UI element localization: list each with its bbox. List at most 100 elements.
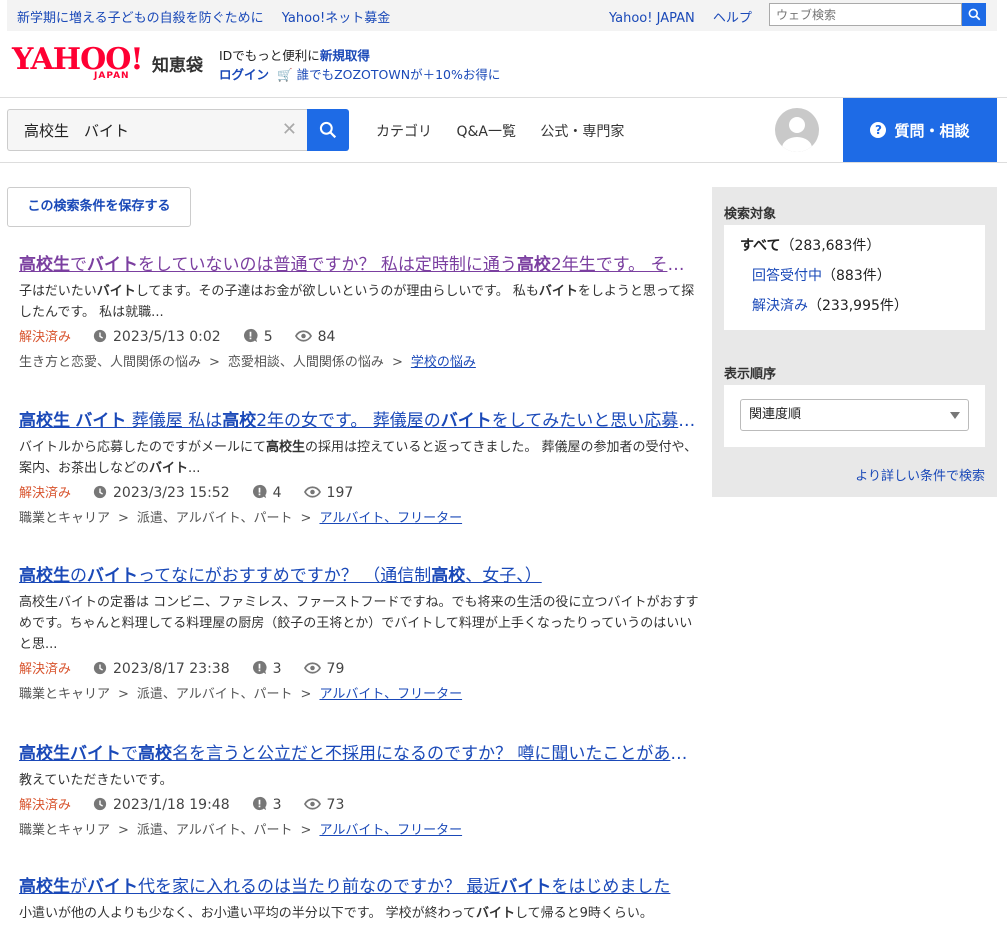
divider (0, 162, 1007, 163)
breadcrumb-separator: > (391, 355, 403, 370)
breadcrumb-item[interactable]: 生き方と恋愛、人間関係の悩み (19, 355, 201, 370)
result-snippet: 小遣いが他の人よりも少なく、お小遣い平均の半分以下です。 学校が終わってバイトし… (19, 906, 653, 921)
cart-icon: 🛒 (277, 67, 293, 82)
question-search-input[interactable] (8, 110, 280, 150)
breadcrumb-item[interactable]: 派遣、アルバイト、パート (137, 511, 293, 526)
top-bar: 新学期に増える子どもの自殺を防ぐために Yahoo!ネット募金 Yahoo! J… (7, 0, 997, 31)
view-count: 197 (326, 485, 354, 501)
breadcrumb-item[interactable]: アルバイト、フリーター (319, 687, 462, 702)
eye-icon (294, 329, 312, 349)
nav-category[interactable]: カテゴリ (376, 124, 432, 140)
answer-count: 3 (272, 797, 282, 813)
breadcrumb-separator: > (300, 511, 312, 526)
search-target-label: 解決済み (752, 298, 808, 314)
breadcrumb-item[interactable]: 学校の悩み (411, 355, 476, 370)
breadcrumb-item[interactable]: 職業とキャリア (19, 687, 110, 702)
result-meta: 解決済み 2023/3/23 15:52 4 197 (19, 483, 699, 505)
breadcrumb-item[interactable]: 職業とキャリア (19, 823, 110, 838)
eye-icon (303, 661, 321, 681)
user-icon (782, 117, 812, 152)
result-title-link[interactable]: 高校生でバイトをしていないのは普通ですか？ 私は定時制に通う高校2年生です。 そ… (19, 253, 699, 277)
promo-links: 新学期に増える子どもの自殺を防ぐために Yahoo!ネット募金 (17, 7, 404, 26)
answer-count-icon (252, 484, 267, 505)
clock-icon (93, 485, 107, 505)
post-date: 2023/8/17 23:38 (113, 661, 230, 677)
breadcrumb: 職業とキャリア > 派遣、アルバイト、パート > アルバイト、フリーター (19, 685, 699, 705)
question-search-button[interactable] (307, 109, 349, 151)
search-target-option[interactable]: 解決済み（233,995件） (740, 291, 985, 321)
login-link[interactable]: ログイン (219, 67, 269, 82)
promo-link-suicide-prevention[interactable]: 新学期に増える子どもの自殺を防ぐために (17, 11, 264, 26)
result-meta: 解決済み 2023/5/13 0:02 5 84 (19, 327, 699, 349)
web-search-input[interactable] (770, 4, 962, 25)
breadcrumb-separator: > (300, 687, 312, 702)
search-icon (968, 8, 980, 21)
web-search-box (769, 3, 962, 26)
result-snippet: 教えていただきたいです。 (19, 773, 173, 788)
search-target-label: 回答受付中 (752, 268, 822, 284)
result-title-link[interactable]: 高校生がバイト代を家に入れるのは当たり前なのですか？ 最近バイトをはじめました (19, 875, 699, 899)
search-target-count: （283,683件） (780, 238, 881, 254)
sort-order-select[interactable]: 関連度順 (740, 399, 969, 431)
breadcrumb-separator: > (118, 823, 129, 838)
result-item: 高校生のバイトってなにがおすすめですか？ （通信制高校、女子、） 高校生バイトの定… (19, 564, 699, 705)
breadcrumb-item[interactable]: 派遣、アルバイト、パート (137, 823, 293, 838)
breadcrumb-item[interactable]: 派遣、アルバイト、パート (137, 687, 293, 702)
result-snippet: 高校生バイトの定番は コンビニ、ファミレス、ファーストフードですね。でも将来の生… (19, 595, 699, 652)
signup-link[interactable]: 新規取得 (320, 48, 370, 63)
result-item: 高校生がバイト代を家に入れるのは当たり前なのですか？ 最近バイトをはじめました小… (19, 875, 699, 924)
target-heading: 検索対象 (724, 207, 777, 222)
breadcrumb-item[interactable]: アルバイト、フリーター (319, 823, 462, 838)
result-title-link[interactable]: 高校生 バイト 葬儀屋 私は高校2年の女です。 葬儀屋のバイトをしてみたいと思い… (19, 409, 699, 433)
clock-icon (93, 329, 107, 349)
zozo-promo-link[interactable]: 誰でもZOZOTOWNが＋10%お得に (297, 67, 501, 82)
result-meta: 解決済み 2023/1/18 19:48 3 73 (19, 795, 699, 817)
nav-qa-list[interactable]: Q&A一覧 (456, 124, 516, 140)
result-meta: 解決済み 2023/8/17 23:38 3 79 (19, 659, 699, 681)
advanced-search-link[interactable]: より詳しい条件で検索 (855, 465, 985, 484)
promo-link-donation[interactable]: Yahoo!ネット募金 (282, 11, 390, 26)
search-target-option[interactable]: すべて（283,683件） (740, 231, 985, 261)
status-badge: 解決済み (19, 662, 72, 677)
ask-question-button[interactable]: ? 質問・相談 (843, 98, 997, 162)
result-item: 高校生バイトで高校名を言うと公立だと不採用になるのですか？ 噂に聞いたことがある… (19, 742, 699, 841)
answer-count-icon (252, 660, 267, 681)
target-panel: すべて（283,683件） 回答受付中（883件） 解決済み（233,995件） (724, 225, 985, 330)
breadcrumb-separator: > (118, 687, 129, 702)
avatar[interactable] (775, 108, 819, 152)
sort-order-value: 関連度順 (749, 407, 802, 422)
status-badge: 解決済み (19, 798, 72, 813)
nav-official-experts[interactable]: 公式・専門家 (540, 124, 624, 140)
help-link[interactable]: ヘルプ (713, 11, 752, 26)
search-target-label: すべて (740, 238, 781, 254)
view-count: 79 (326, 661, 345, 677)
result-title-link[interactable]: 高校生のバイトってなにがおすすめですか？ （通信制高校、女子、） (19, 564, 699, 588)
result-item: 高校生でバイトをしていないのは普通ですか？ 私は定時制に通う高校2年生です。 そ… (19, 253, 699, 373)
search-target-option[interactable]: 回答受付中（883件） (740, 261, 985, 291)
clear-icon[interactable]: ✕ (282, 119, 297, 140)
account-promo-text: IDでもっと便利に (219, 48, 320, 63)
web-search-button[interactable] (962, 3, 986, 26)
result-snippet: バイトルから応募したのですがメールにて高校生の採用は控えていると返ってきました。… (19, 440, 698, 476)
clock-icon (93, 661, 107, 681)
search-target-count: （233,995件） (808, 298, 908, 314)
breadcrumb-item[interactable]: 恋愛相談、人間関係の悩み (228, 355, 384, 370)
answer-count: 3 (272, 661, 282, 677)
post-date: 2023/3/23 15:52 (113, 485, 230, 501)
save-search-button[interactable]: この検索条件を保存する (7, 187, 191, 227)
question-icon: ? (870, 122, 887, 138)
result-title-link[interactable]: 高校生バイトで高校名を言うと公立だと不採用になるのですか？ 噂に聞いたことがある… (19, 742, 699, 766)
answer-count: 5 (263, 329, 273, 345)
post-date: 2023/1/18 19:48 (113, 797, 230, 813)
clock-icon (93, 797, 107, 817)
view-count: 73 (326, 797, 345, 813)
yahoo-japan-link[interactable]: Yahoo! JAPAN (609, 11, 695, 26)
main-nav: カテゴリ Q&A一覧 公式・専門家 (376, 121, 644, 141)
breadcrumb-item[interactable]: アルバイト、フリーター (319, 511, 462, 526)
breadcrumb-item[interactable]: 職業とキャリア (19, 511, 110, 526)
result-item: 高校生 バイト 葬儀屋 私は高校2年の女です。 葬儀屋のバイトをしてみたいと思い… (19, 409, 699, 529)
search-target-count: （883件） (822, 268, 891, 284)
site-logo[interactable]: YAHOO! JAPAN 知恵袋 (12, 45, 203, 82)
breadcrumb: 職業とキャリア > 派遣、アルバイト、パート > アルバイト、フリーター (19, 821, 699, 841)
header-links: Yahoo! JAPAN ヘルプ (609, 7, 766, 26)
